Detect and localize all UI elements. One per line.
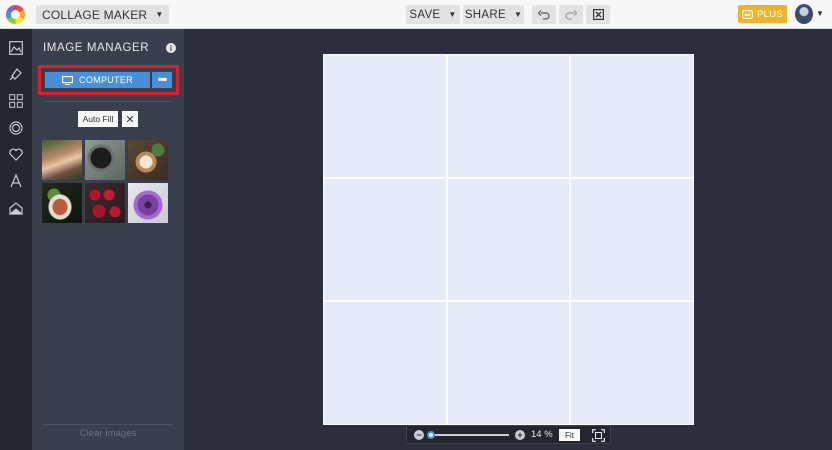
text-icon[interactable]	[8, 173, 24, 189]
zoom-in-button[interactable]: +	[515, 430, 525, 440]
texture-icon[interactable]	[8, 200, 24, 216]
heart-icon[interactable]	[8, 146, 24, 162]
zoom-slider-handle[interactable]	[427, 431, 435, 439]
thumbnail-coffee-flatlay[interactable]	[128, 140, 168, 180]
clear-images-button[interactable]: Clear Images	[32, 428, 184, 439]
redo-icon	[565, 9, 577, 20]
collage-cell[interactable]	[446, 301, 571, 425]
info-icon[interactable]: i	[166, 43, 176, 53]
image-manager-icon[interactable]	[8, 40, 24, 56]
image-thumbnails	[42, 140, 168, 223]
collage-cell[interactable]	[323, 177, 447, 302]
thumbnail-purple-flower[interactable]	[128, 183, 168, 223]
fullscreen-button[interactable]	[591, 428, 605, 442]
redo-button[interactable]	[559, 5, 583, 24]
divider	[42, 424, 174, 425]
thumbnail-food-plate[interactable]	[42, 183, 82, 223]
logo-icon[interactable]	[6, 5, 25, 24]
crown-icon	[742, 9, 753, 19]
clear-autofill-button[interactable]: ✕	[122, 111, 138, 127]
image-manager-panel: IMAGE MANAGER i COMPUTER ••• Auto Fill ✕…	[32, 29, 184, 450]
close-icon	[592, 9, 604, 20]
plus-button[interactable]: PLUS	[738, 5, 787, 23]
chevron-down-icon[interactable]: ▼	[816, 9, 824, 18]
avatar-icon[interactable]	[795, 4, 813, 24]
grid-layout-icon[interactable]	[8, 93, 24, 109]
computer-upload-button[interactable]: COMPUTER	[45, 72, 150, 88]
tool-sidebar	[0, 29, 32, 450]
monitor-icon	[62, 75, 73, 85]
plus-label: PLUS	[756, 8, 784, 20]
save-button[interactable]: SAVE ▼	[406, 5, 460, 24]
zoom-bar: − + 14 % Fit	[406, 425, 611, 444]
close-button[interactable]	[586, 5, 610, 24]
panel-title: IMAGE MANAGER	[43, 42, 150, 54]
more-sources-button[interactable]: •••	[152, 72, 172, 88]
mode-select-label: COLLAGE MAKER	[42, 7, 148, 22]
highlight-box: COMPUTER •••	[38, 65, 179, 95]
frame-icon[interactable]	[8, 120, 24, 136]
mode-select[interactable]: COLLAGE MAKER ▼	[36, 5, 170, 24]
fullscreen-icon	[591, 428, 605, 442]
collage-cell[interactable]	[570, 301, 694, 425]
share-label: SHARE	[464, 8, 506, 21]
zoom-level: 14 %	[531, 429, 553, 440]
thumbnail-camera-flatlay[interactable]	[85, 140, 125, 180]
paint-icon[interactable]	[8, 66, 24, 82]
collage-cell[interactable]	[446, 177, 571, 302]
share-button[interactable]: SHARE ▼	[463, 5, 524, 24]
thumbnail-woman-portrait[interactable]	[42, 140, 82, 180]
collage-canvas	[323, 54, 694, 425]
zoom-out-button[interactable]: −	[414, 430, 424, 440]
collage-cell[interactable]	[446, 54, 571, 178]
top-bar: COLLAGE MAKER ▼ SAVE ▼ SHARE ▼ PLUS ▼	[0, 0, 832, 29]
computer-label: COMPUTER	[79, 75, 133, 85]
thumbnail-raspberries[interactable]	[85, 183, 125, 223]
save-label: SAVE	[409, 8, 441, 21]
chevron-down-icon: ▼	[155, 10, 164, 19]
zoom-fit-button[interactable]: Fit	[559, 429, 580, 441]
collage-cell[interactable]	[323, 54, 447, 178]
collage-cell[interactable]	[323, 301, 447, 425]
workspace: − + 14 % Fit	[184, 29, 832, 450]
auto-fill-button[interactable]: Auto Fill	[78, 111, 118, 127]
undo-icon	[538, 9, 550, 20]
chevron-down-icon: ▼	[448, 10, 457, 19]
chevron-down-icon: ▼	[513, 10, 523, 19]
divider	[42, 101, 174, 102]
zoom-slider-track[interactable]	[429, 434, 509, 436]
collage-cell[interactable]	[570, 177, 694, 302]
collage-cell[interactable]	[570, 54, 694, 178]
undo-button[interactable]	[532, 5, 556, 24]
